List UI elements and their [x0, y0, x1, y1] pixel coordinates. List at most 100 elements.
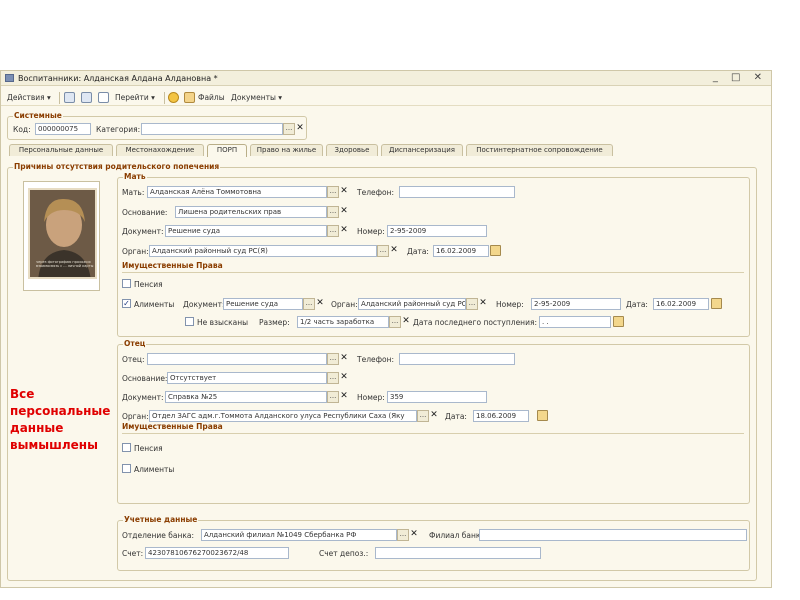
tab-post-care[interactable]: Постинтернатное сопровождение [466, 144, 613, 156]
mother-doc-clear-icon[interactable]: ✕ [339, 225, 349, 237]
alimony-size-select-button[interactable]: ... [389, 316, 401, 328]
tab-personal[interactable]: Персональные данные [9, 144, 113, 156]
father-organ-select-button[interactable]: ... [417, 410, 429, 422]
father-name-clear-icon[interactable]: ✕ [339, 353, 349, 365]
window-controls[interactable]: _ □ ✕ [713, 72, 767, 83]
mother-pension-label: Пенсия [134, 280, 163, 289]
last-receipt-field[interactable]: . . [539, 316, 611, 328]
bank-branch-select-button[interactable]: ... [397, 529, 409, 541]
actions-menu[interactable]: Действия ▾ [7, 93, 51, 102]
father-doc-select-button[interactable]: ... [327, 391, 339, 403]
mother-date-label: Дата: [407, 247, 429, 256]
help-icon[interactable] [168, 92, 179, 103]
mother-phone-field[interactable] [399, 186, 515, 198]
mother-doc-select-button[interactable]: ... [327, 225, 339, 237]
alimony-organ-clear-icon[interactable]: ✕ [478, 298, 488, 310]
tab-location[interactable]: Местонахождение [116, 144, 204, 156]
copy-icon[interactable] [98, 92, 109, 103]
father-doc-clear-icon[interactable]: ✕ [339, 391, 349, 403]
father-alimony-checkbox[interactable] [122, 464, 131, 473]
bank-group [117, 520, 750, 571]
mother-pension-checkbox[interactable] [122, 279, 131, 288]
mother-organ-field[interactable]: Алданский районный суд РС(Я) [149, 245, 377, 257]
mother-organ-select-button[interactable]: ... [377, 245, 389, 257]
mother-basis-clear-icon[interactable]: ✕ [339, 206, 349, 218]
father-organ-field[interactable]: Отдел ЗАГС адм.г.Томмота Алданского улус… [149, 410, 417, 422]
deposit-label: Счет депоз.: [319, 549, 369, 558]
mother-alimony-checkbox[interactable]: ✓ [122, 299, 131, 308]
mother-name-select-button[interactable]: ... [327, 186, 339, 198]
father-group-label: Отец [123, 339, 147, 348]
father-date-field[interactable]: 18.06.2009 [473, 410, 529, 422]
not-collected-checkbox[interactable] [185, 317, 194, 326]
calendar-icon[interactable] [613, 316, 624, 327]
father-organ-clear-icon[interactable]: ✕ [429, 410, 439, 422]
father-phone-field[interactable] [399, 353, 515, 365]
mother-basis-select-button[interactable]: ... [327, 206, 339, 218]
alimony-size-field[interactable]: 1/2 часть заработка [297, 316, 389, 328]
category-select-button[interactable]: ... [283, 123, 295, 135]
bank-branch-clear-icon[interactable]: ✕ [409, 529, 419, 541]
mother-name-field[interactable]: Алданская Алёна Томмотовна [147, 186, 327, 198]
tab-porp[interactable]: ПОРП [207, 144, 247, 157]
father-doc-field[interactable]: Справка №25 [165, 391, 327, 403]
alimony-organ-field[interactable]: Алданский районный суд РС [358, 298, 466, 310]
alimony-doc-select-button[interactable]: ... [303, 298, 315, 310]
mother-group-label: Мать [123, 172, 147, 181]
window-title: Воспитанники: Алданская Алдана Алдановна… [18, 74, 218, 83]
father-number-field[interactable]: 359 [387, 391, 487, 403]
calendar-icon[interactable] [490, 245, 501, 256]
code-field[interactable]: 000000075 [35, 123, 91, 135]
mother-organ-label: Орган: [122, 247, 149, 256]
category-clear-icon[interactable]: ✕ [295, 123, 305, 135]
alimony-number-label: Номер: [496, 300, 524, 309]
calendar-icon[interactable] [537, 410, 548, 421]
toolbar: Действия ▾ Перейти ▾ Файлы Документы ▾ [1, 89, 771, 106]
father-name-select-button[interactable]: ... [327, 353, 339, 365]
bank-filial-field[interactable] [479, 529, 747, 541]
alimony-date-label: Дата: [626, 300, 648, 309]
code-label: Код: [13, 125, 31, 134]
category-field[interactable] [141, 123, 283, 135]
tab-housing[interactable]: Право на жилье [250, 144, 323, 156]
tab-dispensary[interactable]: Диспансеризация [381, 144, 463, 156]
divider [122, 272, 744, 273]
father-basis-field[interactable]: Отсутствует [167, 372, 327, 384]
alimony-date-field[interactable]: 16.02.2009 [653, 298, 709, 310]
father-pension-checkbox[interactable] [122, 443, 131, 452]
documents-menu[interactable]: Документы ▾ [231, 93, 282, 102]
alimony-size-clear-icon[interactable]: ✕ [401, 316, 411, 328]
mother-property-heading: Имущественные Права [122, 261, 223, 270]
files-icon[interactable] [184, 92, 195, 103]
father-basis-clear-icon[interactable]: ✕ [339, 372, 349, 384]
tab-health[interactable]: Здоровье [326, 144, 378, 156]
main-window: Воспитанники: Алданская Алдана Алдановна… [0, 70, 772, 588]
mother-basis-field[interactable]: Лишена родительских прав [175, 206, 327, 218]
system-group-label: Системные [13, 111, 63, 120]
father-basis-label: Основание: [122, 374, 168, 383]
alimony-organ-select-button[interactable]: ... [466, 298, 478, 310]
father-name-field[interactable] [147, 353, 327, 365]
father-name-label: Отец: [122, 355, 145, 364]
mother-doc-field[interactable]: Решение суда [165, 225, 327, 237]
alimony-doc-field[interactable]: Решение суда [223, 298, 303, 310]
save-icon[interactable] [64, 92, 75, 103]
goto-menu[interactable]: Перейти ▾ [115, 93, 155, 102]
alimony-doc-clear-icon[interactable]: ✕ [315, 298, 325, 310]
deposit-field[interactable] [375, 547, 541, 559]
mother-date-field[interactable]: 16.02.2009 [433, 245, 489, 257]
mother-name-clear-icon[interactable]: ✕ [339, 186, 349, 198]
mother-basis-label: Основание: [122, 208, 168, 217]
mother-organ-clear-icon[interactable]: ✕ [389, 245, 399, 257]
refresh-icon[interactable] [81, 92, 92, 103]
mother-number-field[interactable]: 2-95-2009 [387, 225, 487, 237]
father-basis-select-button[interactable]: ... [327, 372, 339, 384]
mother-phone-label: Телефон: [357, 188, 395, 197]
bank-branch-field[interactable]: Алданский филиал №1049 Сбербанка РФ [201, 529, 397, 541]
alimony-organ-label: Орган: [331, 300, 358, 309]
alimony-size-label: Размер: [259, 318, 290, 327]
files-button[interactable]: Файлы [198, 93, 225, 102]
calendar-icon[interactable] [711, 298, 722, 309]
account-field[interactable]: 42307810676270023672/48 [145, 547, 289, 559]
alimony-number-field[interactable]: 2-95-2009 [531, 298, 621, 310]
